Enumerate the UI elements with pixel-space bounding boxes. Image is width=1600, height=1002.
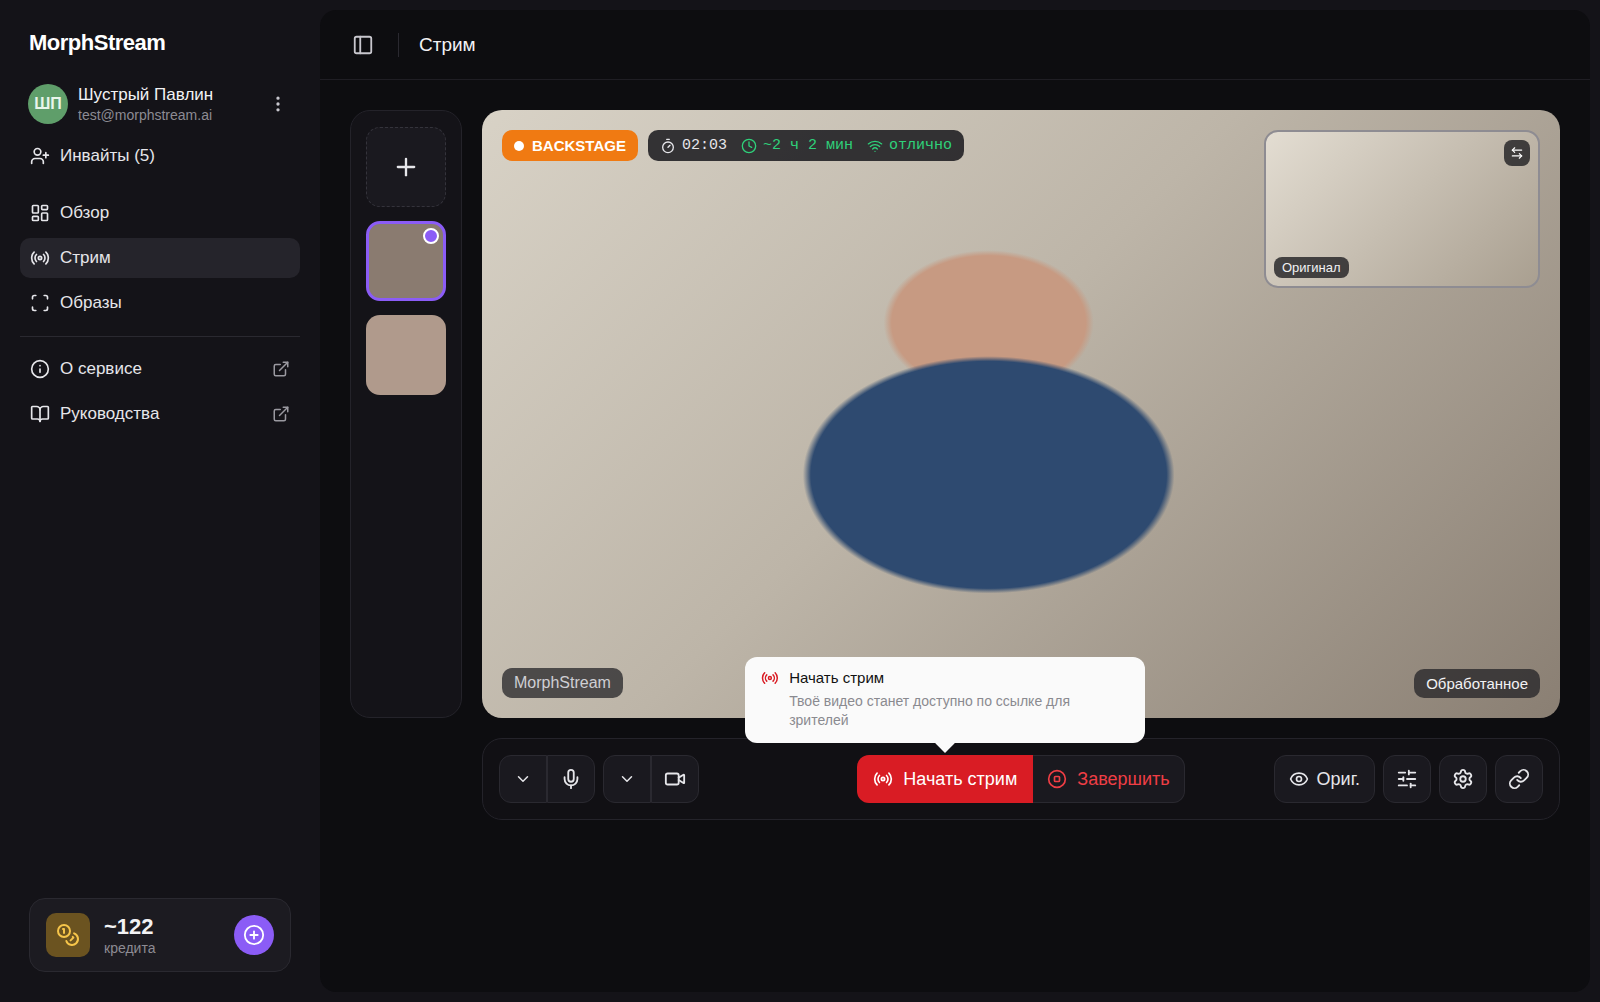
stop-icon bbox=[1047, 769, 1067, 789]
remaining-time: ~2 ч 2 мин bbox=[741, 137, 853, 154]
link-item[interactable]: О сервисе bbox=[20, 349, 300, 389]
tooltip-title: Начать стрим bbox=[789, 669, 1129, 686]
coins-icon-box bbox=[46, 913, 90, 957]
gear-icon bbox=[1452, 768, 1474, 790]
look-thumb[interactable] bbox=[366, 221, 446, 301]
page-title: Стрим bbox=[419, 34, 476, 56]
broadcast-icon bbox=[761, 669, 779, 687]
selected-dot bbox=[423, 228, 439, 244]
watermark: MorphStream bbox=[502, 668, 623, 698]
clock-icon bbox=[741, 138, 757, 154]
sidebar: MorphStream ШП Шустрый Павлин test@morphstr… bbox=[0, 0, 320, 1002]
wifi-icon bbox=[867, 138, 883, 154]
start-stream-button[interactable]: Начать стрим bbox=[857, 755, 1033, 803]
divider bbox=[20, 336, 300, 337]
pip-label: Оригинал bbox=[1274, 257, 1349, 278]
more-icon bbox=[268, 94, 288, 114]
logo[interactable]: MorphStream bbox=[20, 30, 300, 56]
camera-button[interactable] bbox=[651, 755, 699, 803]
original-pip[interactable]: Оригинал bbox=[1264, 130, 1540, 288]
info-icon bbox=[30, 359, 50, 379]
coins-icon bbox=[56, 923, 80, 947]
timer: 02:03 bbox=[660, 137, 727, 154]
swap-icon bbox=[1510, 146, 1524, 160]
connection-quality: отлично bbox=[867, 137, 952, 154]
credits-card: ~122кредита bbox=[29, 898, 291, 972]
timer-icon bbox=[660, 138, 676, 154]
credits-label: кредита bbox=[104, 940, 220, 956]
chevron-down-icon bbox=[618, 770, 636, 788]
broadcast-icon bbox=[873, 769, 893, 789]
invites-item[interactable]: Инвайты (5) bbox=[20, 136, 300, 176]
external-icon bbox=[272, 405, 290, 423]
view-toggle-button[interactable]: Ориг. bbox=[1274, 755, 1375, 803]
add-look-button[interactable] bbox=[366, 127, 446, 207]
info-badge: 02:03 ~2 ч 2 мин отлично bbox=[648, 130, 964, 161]
settings-button[interactable] bbox=[1439, 755, 1487, 803]
tooltip: Начать стрим Твоё видео станет доступно п… bbox=[745, 657, 1145, 743]
adjust-button[interactable] bbox=[1383, 755, 1431, 803]
sliders-icon bbox=[1396, 768, 1418, 790]
user-avatar: ШП bbox=[28, 84, 68, 124]
stream-icon bbox=[30, 248, 50, 268]
mic-select[interactable] bbox=[499, 755, 547, 803]
add-credits-button[interactable] bbox=[234, 915, 274, 955]
app: MorphStream ШП Шустрый Павлин test@morphstr… bbox=[0, 0, 1600, 1002]
link-item[interactable]: Руководства bbox=[20, 394, 300, 434]
plus-icon bbox=[392, 153, 420, 181]
invites-label: Инвайты (5) bbox=[60, 146, 155, 166]
main-panel: Стрим BACKSTAGE 02:03 ~2 ч 2 мин отлично Ориг… bbox=[320, 10, 1590, 992]
share-link-button[interactable] bbox=[1495, 755, 1543, 803]
nav-item[interactable]: Образы bbox=[20, 283, 300, 323]
user-email: test@morphstream.ai bbox=[78, 107, 254, 123]
view-label: Обработанное bbox=[1414, 669, 1540, 698]
swap-button[interactable] bbox=[1504, 140, 1530, 166]
plus-circle-icon bbox=[243, 924, 265, 946]
external-icon bbox=[272, 360, 290, 378]
eye-icon bbox=[1289, 769, 1309, 789]
panel-left-icon bbox=[352, 34, 374, 56]
nav-item[interactable]: Стрим bbox=[20, 238, 300, 278]
nav-item[interactable]: Обзор bbox=[20, 193, 300, 233]
user-row: ШП Шустрый Павлин test@morphstream.ai bbox=[20, 84, 300, 124]
stop-stream-button[interactable]: Завершить bbox=[1033, 755, 1184, 803]
chevron-down-icon bbox=[514, 770, 532, 788]
control-bar: Начать стримТвоё видео станет доступно п… bbox=[482, 738, 1560, 820]
credits-amount: ~122 bbox=[104, 914, 220, 940]
sidebar-toggle[interactable] bbox=[348, 30, 378, 60]
header: Стрим bbox=[320, 10, 1590, 80]
mic-button[interactable] bbox=[547, 755, 595, 803]
look-thumb[interactable] bbox=[366, 315, 446, 395]
video-preview: BACKSTAGE 02:03 ~2 ч 2 мин отлично Оригинал M… bbox=[482, 110, 1560, 718]
status-badge: BACKSTAGE bbox=[502, 130, 638, 161]
looks-column bbox=[350, 110, 462, 718]
mic-icon bbox=[560, 768, 582, 790]
tooltip-text: Твоё видео станет доступно по ссылке для… bbox=[789, 692, 1129, 731]
camera-icon bbox=[664, 768, 686, 790]
user-name: Шустрый Павлин bbox=[78, 85, 254, 105]
user-menu-button[interactable] bbox=[264, 90, 292, 118]
user-info: Шустрый Павлин test@morphstream.ai bbox=[78, 85, 254, 123]
overview-icon bbox=[30, 203, 50, 223]
user-plus-icon bbox=[30, 146, 50, 166]
camera-select[interactable] bbox=[603, 755, 651, 803]
looks-icon bbox=[30, 293, 50, 313]
guides-icon bbox=[30, 404, 50, 424]
link-icon bbox=[1508, 768, 1530, 790]
